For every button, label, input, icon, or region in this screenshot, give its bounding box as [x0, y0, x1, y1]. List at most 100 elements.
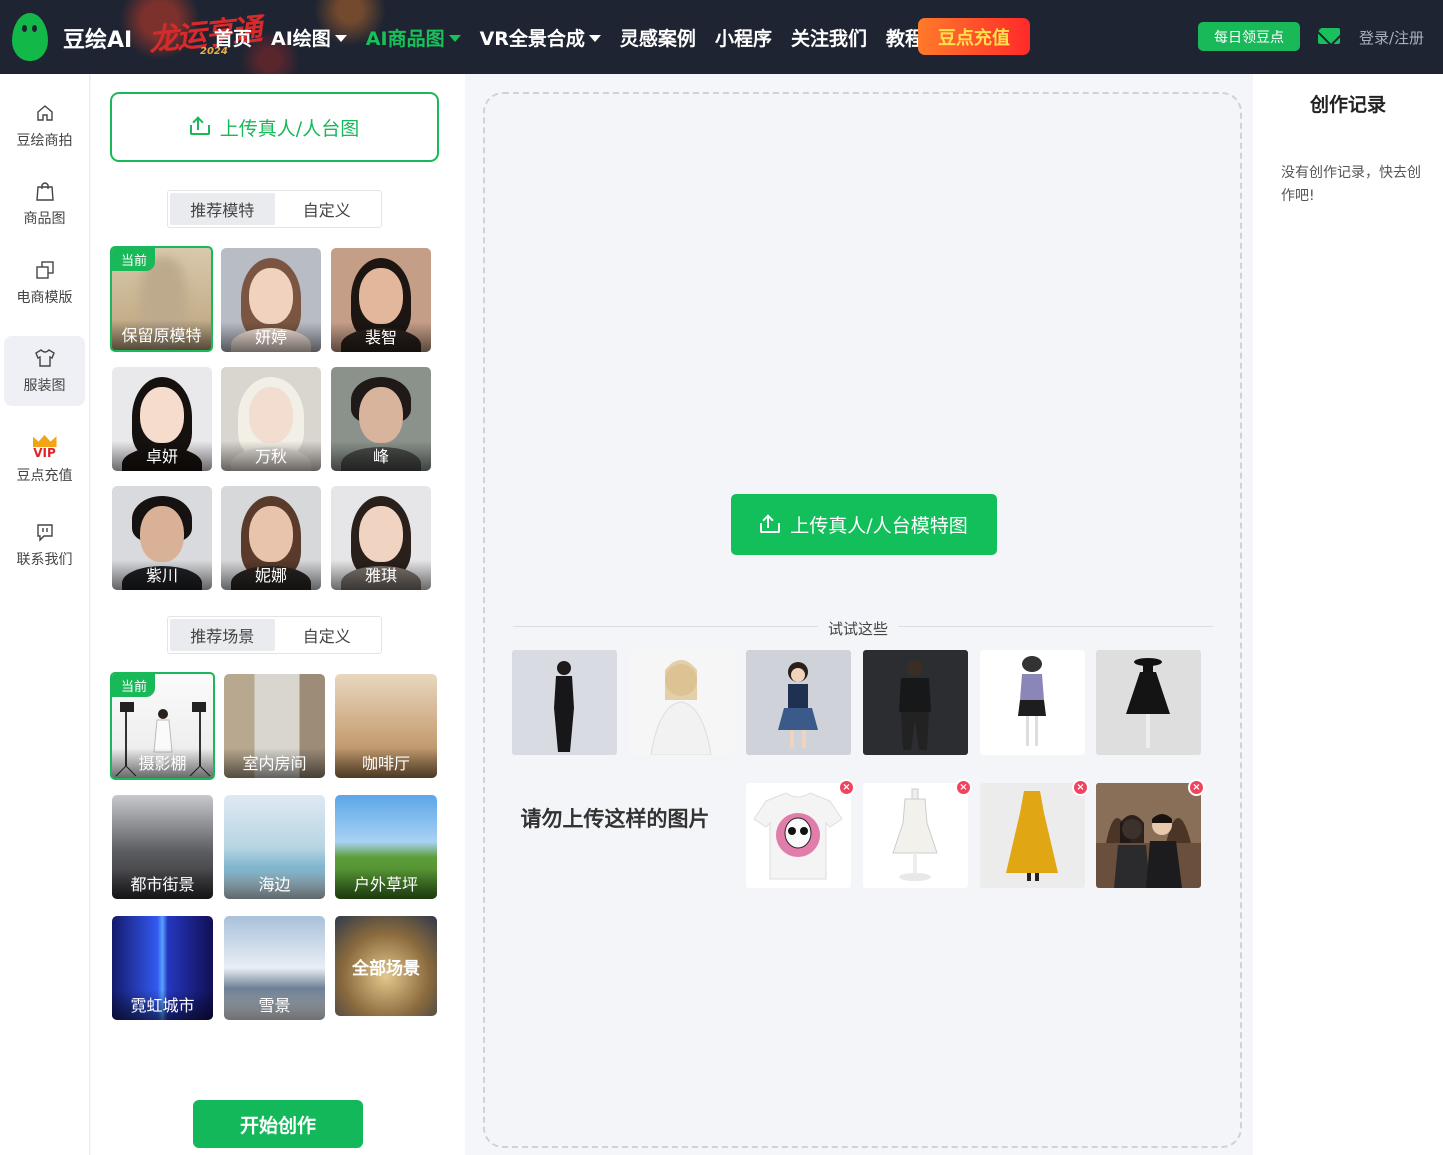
bean-logo-icon[interactable]	[12, 13, 48, 61]
warning-text: 请勿上传这样的图片	[520, 807, 710, 831]
sidebar-item-label: 豆点充值	[16, 468, 73, 484]
upload-icon	[189, 116, 210, 135]
upload-icon	[760, 513, 781, 533]
tab-custom-model[interactable]: 自定义	[275, 193, 380, 225]
upload-model-button[interactable]: 上传真人/人台图	[110, 92, 439, 162]
tab-custom-scene[interactable]: 自定义	[275, 619, 380, 651]
scene-card[interactable]: 霓虹城市	[112, 916, 213, 1020]
model-card[interactable]: 妍婷	[221, 248, 321, 352]
nav-follow-us[interactable]: 关注我们	[791, 24, 867, 51]
config-panel: 上传真人/人台图 推荐模特 自定义 当前 保留原模特 妍婷 裴智 卓妍 万秋 峰…	[91, 74, 465, 1155]
nav-ai-draw[interactable]: AI绘图	[271, 24, 347, 51]
face	[359, 387, 403, 443]
scene-card[interactable]: 海边	[224, 795, 325, 899]
model-name: 万秋	[221, 441, 321, 471]
face	[140, 506, 184, 562]
scene-card[interactable]: 咖啡厅	[335, 674, 437, 778]
scene-name: 都市街景	[112, 869, 213, 899]
model-tab-switch: 推荐模特 自定义	[167, 190, 382, 228]
model-card[interactable]: 卓妍	[112, 367, 212, 471]
sample-image[interactable]	[1096, 650, 1201, 755]
bad-example-image	[1096, 783, 1201, 888]
start-create-button[interactable]: 开始创作	[193, 1100, 363, 1148]
face	[249, 506, 293, 562]
sidebar-item-label: 豆绘商拍	[16, 133, 73, 149]
nav-home-label: 首页	[214, 27, 253, 50]
bad-example: ×	[1096, 779, 1205, 888]
bad-example: ×	[980, 779, 1089, 888]
home-icon	[34, 102, 56, 124]
model-card[interactable]: 峰	[331, 367, 431, 471]
chevron-down-icon	[334, 35, 347, 42]
recharge-button[interactable]: 豆点充值	[918, 18, 1030, 55]
face	[359, 268, 403, 324]
upload-model-photo-button[interactable]: 上传真人/人台模特图	[731, 494, 997, 555]
brand-name[interactable]: 豆绘AI	[63, 22, 132, 54]
model-name: 保留原模特	[112, 320, 211, 350]
nav-inspiration[interactable]: 灵感案例	[620, 24, 696, 51]
vip-crown-icon: VIP	[32, 435, 57, 459]
copy-icon	[34, 259, 56, 281]
chat-icon	[34, 521, 56, 543]
nav-vr-panorama-label: VR全景合成	[479, 27, 585, 50]
tab-recommended-scenes[interactable]: 推荐场景	[170, 619, 275, 651]
model-name: 裴智	[331, 322, 431, 352]
sidebar-item-clothing[interactable]: 服装图	[4, 336, 85, 406]
sample-image[interactable]	[863, 650, 968, 755]
scene-card-studio[interactable]: 当前 摄影棚	[110, 672, 215, 780]
bad-example-image	[863, 783, 968, 888]
close-icon: ×	[838, 779, 855, 796]
face	[249, 387, 293, 443]
mail-icon[interactable]	[1318, 28, 1340, 44]
nav-home[interactable]: 首页	[214, 24, 252, 51]
nav-follow-us-label: 关注我们	[790, 27, 867, 50]
sidebar-item-label: 商品图	[23, 211, 66, 227]
close-icon: ×	[1072, 779, 1089, 796]
nav-inspiration-label: 灵感案例	[619, 27, 696, 50]
all-scenes-card[interactable]: 全部场景	[335, 916, 437, 1016]
model-card-original[interactable]: 当前 保留原模特	[110, 246, 213, 352]
tab-recommended-models[interactable]: 推荐模特	[170, 193, 275, 225]
model-name: 峰	[331, 441, 431, 471]
model-card[interactable]: 万秋	[221, 367, 321, 471]
model-name: 妮娜	[221, 560, 321, 590]
scene-card[interactable]: 户外草坪	[335, 795, 437, 899]
sidebar-item-contact[interactable]: 联系我们	[4, 510, 85, 580]
nav-ai-product[interactable]: AI商品图	[366, 24, 461, 51]
nav-vr-panorama[interactable]: VR全景合成	[480, 24, 601, 51]
scene-name: 室内房间	[224, 748, 325, 778]
sidebar-item-doupai[interactable]: 豆绘商拍	[4, 91, 85, 161]
sidebar-item-template[interactable]: 电商模版	[4, 248, 85, 318]
scene-card[interactable]: 都市街景	[112, 795, 213, 899]
scene-card[interactable]: 雪景	[224, 916, 325, 1020]
model-card[interactable]: 妮娜	[221, 486, 321, 590]
bad-example: ×	[863, 779, 972, 888]
model-card[interactable]: 裴智	[331, 248, 431, 352]
model-card[interactable]: 雅琪	[331, 486, 431, 590]
upload-dropzone[interactable]: 上传真人/人台模特图 试试这些 请勿上传这样的图片 × × × ×	[483, 92, 1242, 1148]
model-name: 雅琪	[331, 560, 431, 590]
scene-card[interactable]: 室内房间	[224, 674, 325, 778]
sample-image[interactable]	[980, 650, 1085, 755]
chevron-down-icon	[588, 35, 601, 42]
creation-history-panel: 创作记录 没有创作记录，快去创作吧!	[1253, 74, 1443, 1155]
bad-example: ×	[746, 779, 855, 888]
current-badge: 当前	[112, 674, 156, 697]
tshirt-icon	[34, 347, 56, 369]
login-register-link[interactable]: 登录/注册	[1359, 27, 1424, 48]
sample-image[interactable]	[629, 650, 734, 755]
face	[359, 506, 403, 562]
face	[249, 268, 293, 324]
nav-mini-program[interactable]: 小程序	[715, 24, 772, 51]
sidebar-item-label: 服装图	[23, 378, 66, 394]
sidebar-item-recharge[interactable]: VIP 豆点充值	[4, 420, 85, 500]
sample-image[interactable]	[746, 650, 851, 755]
sidebar-item-product[interactable]: 商品图	[4, 169, 85, 239]
model-card[interactable]: 紫川	[112, 486, 212, 590]
scene-name: 雪景	[224, 990, 325, 1020]
daily-points-button[interactable]: 每日领豆点	[1198, 22, 1300, 51]
scene-name: 海边	[224, 869, 325, 899]
scene-name: 摄影棚	[112, 748, 213, 778]
history-empty-message: 没有创作记录，快去创作吧!	[1281, 165, 1421, 204]
sample-image[interactable]	[512, 650, 617, 755]
